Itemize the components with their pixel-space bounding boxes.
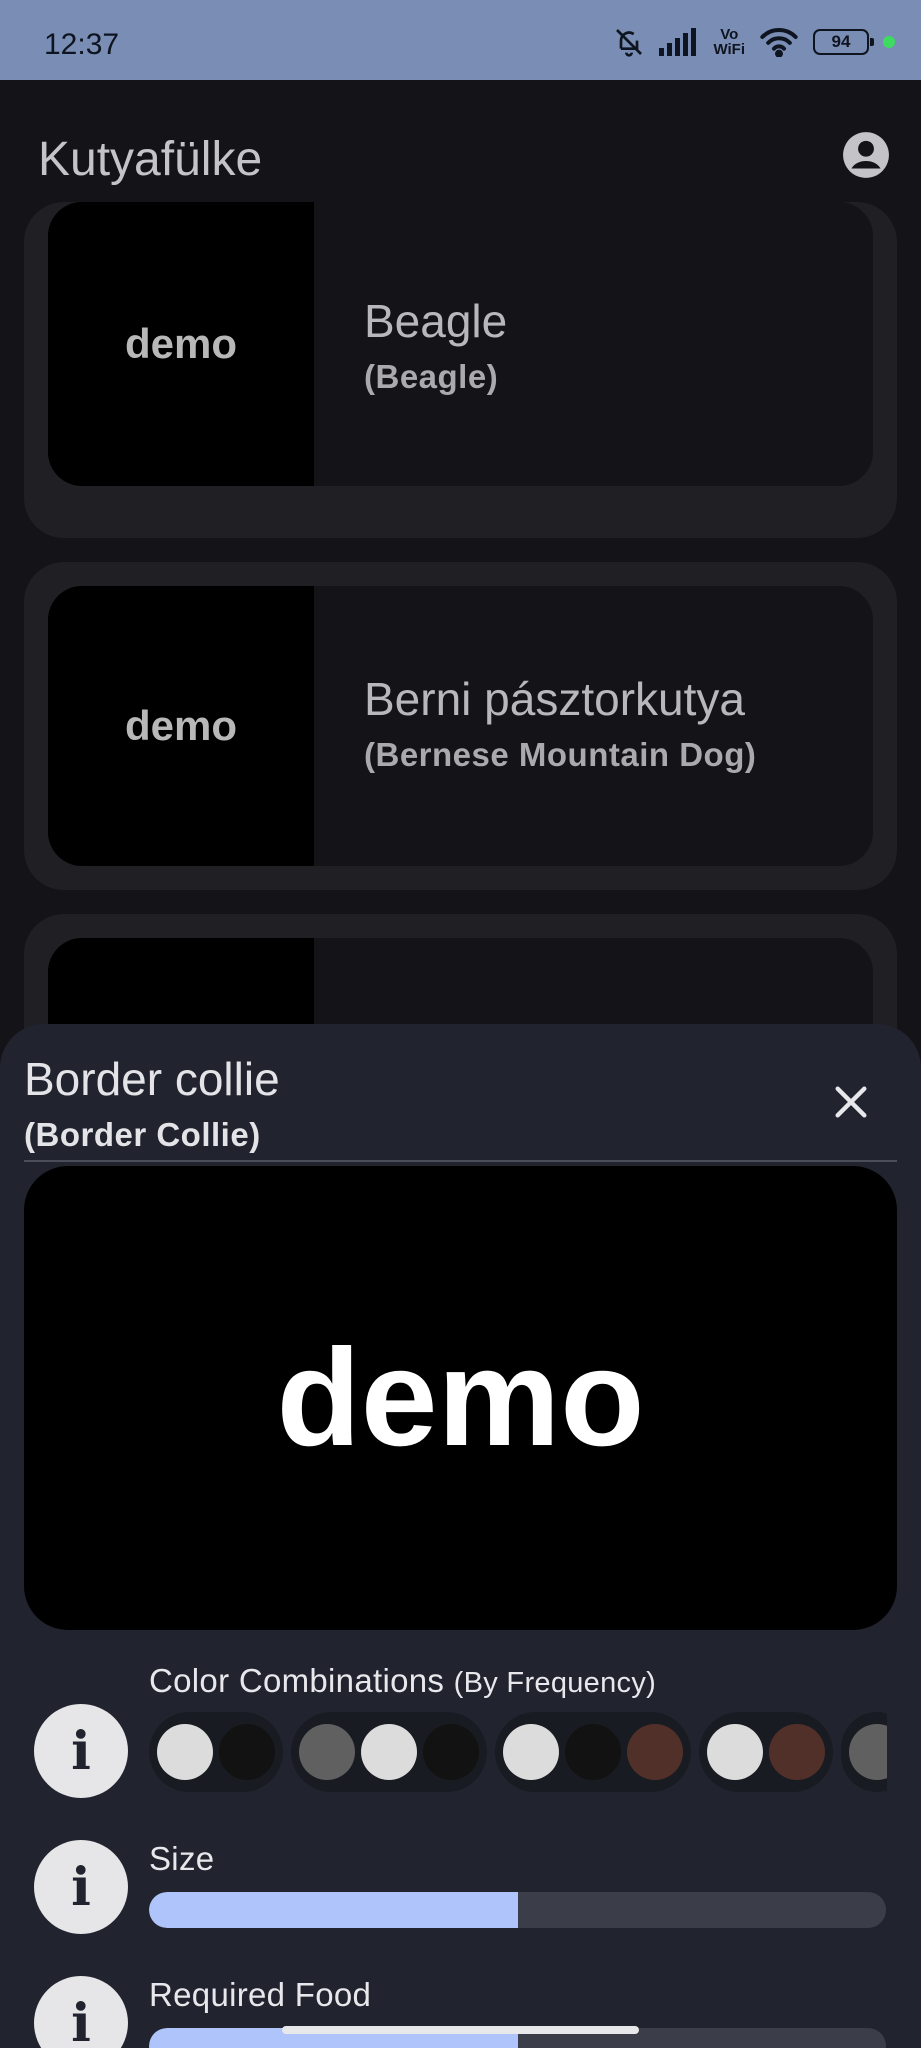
breed-hero-image: demo: [24, 1166, 897, 1630]
size-bar: [149, 1892, 886, 1928]
thumbnail-text: demo: [124, 320, 237, 367]
sheet-subtitle: (Border Collie): [24, 1116, 261, 1153]
color-swatch-strip: [149, 1712, 887, 1792]
bell-muted-icon: [616, 29, 643, 57]
breed-name: Beagle: [364, 295, 508, 347]
vowifi-icon: Vo WiFi: [713, 27, 745, 57]
color-combinations-label: Color Combinations (By Frequency): [149, 1662, 656, 1700]
breed-card-inner: demo Beagle (Beagle): [48, 202, 873, 486]
signal-icon: [659, 28, 697, 56]
divider: [24, 1160, 897, 1162]
color-swatch: [565, 1724, 621, 1780]
status-bar: 12:37 Vo WiFi 94: [0, 0, 921, 80]
breed-card[interactable]: demo Berni pásztorkutya (Bernese Mountai…: [24, 562, 897, 890]
size-label: Size: [149, 1840, 215, 1877]
color-combinations-title: Color Combinations: [149, 1662, 445, 1699]
battery-icon: 94: [813, 29, 874, 55]
color-swatch: [849, 1724, 887, 1780]
breed-name-english: (Bernese Mountain Dog): [364, 736, 757, 773]
status-time: 12:37: [44, 28, 120, 61]
color-swatch-scroller[interactable]: [149, 1712, 887, 1792]
color-swatch: [707, 1724, 763, 1780]
required-food-label: Required Food: [149, 1976, 372, 2013]
color-combination[interactable]: [291, 1712, 487, 1792]
breed-card-inner: demo Berni pásztorkutya (Bernese Mountai…: [48, 586, 873, 866]
breed-name-english: (Beagle): [364, 358, 499, 395]
breed-name: Berni pásztorkutya: [364, 673, 745, 725]
battery-level: 94: [831, 32, 851, 51]
color-swatch: [219, 1724, 275, 1780]
info-icon: i: [71, 1720, 91, 1782]
privacy-dot: [883, 36, 895, 48]
color-info-button[interactable]: i: [34, 1704, 128, 1798]
size-bar-fill: [149, 1892, 518, 1928]
status-icons: Vo WiFi 94: [613, 22, 895, 62]
color-swatch: [769, 1724, 825, 1780]
color-combinations-suffix: (By Frequency): [453, 1667, 657, 1699]
color-swatch: [361, 1724, 417, 1780]
sheet-title: Border collie: [24, 1053, 280, 1105]
wifi-icon: [760, 28, 798, 57]
color-swatch: [157, 1724, 213, 1780]
breed-card[interactable]: demo Beagle (Beagle): [24, 202, 897, 538]
color-combination[interactable]: [495, 1712, 691, 1792]
food-info-button[interactable]: i: [34, 1976, 128, 2048]
vowifi-bottom-text: WiFi: [713, 41, 745, 58]
breed-thumbnail: demo: [48, 202, 314, 486]
color-combination[interactable]: [149, 1712, 283, 1792]
close-icon[interactable]: [831, 1082, 871, 1122]
breed-thumbnail: demo: [48, 586, 314, 866]
account-circle-icon[interactable]: [841, 130, 891, 180]
app-title: Kutyafülke: [38, 133, 263, 186]
breed-detail-sheet: Border collie (Border Collie) demo Color…: [0, 1024, 921, 2048]
hero-text: demo: [276, 1320, 645, 1475]
info-icon: i: [71, 1992, 91, 2048]
color-combination[interactable]: [841, 1712, 887, 1792]
color-swatch: [299, 1724, 355, 1780]
color-swatch: [503, 1724, 559, 1780]
info-icon: i: [71, 1856, 91, 1918]
home-indicator[interactable]: [282, 2026, 639, 2034]
vowifi-top-text: Vo: [720, 26, 739, 43]
color-swatch: [627, 1724, 683, 1780]
thumbnail-text: demo: [124, 702, 237, 749]
color-combination[interactable]: [699, 1712, 833, 1792]
size-info-button[interactable]: i: [34, 1840, 128, 1934]
color-swatch: [423, 1724, 479, 1780]
